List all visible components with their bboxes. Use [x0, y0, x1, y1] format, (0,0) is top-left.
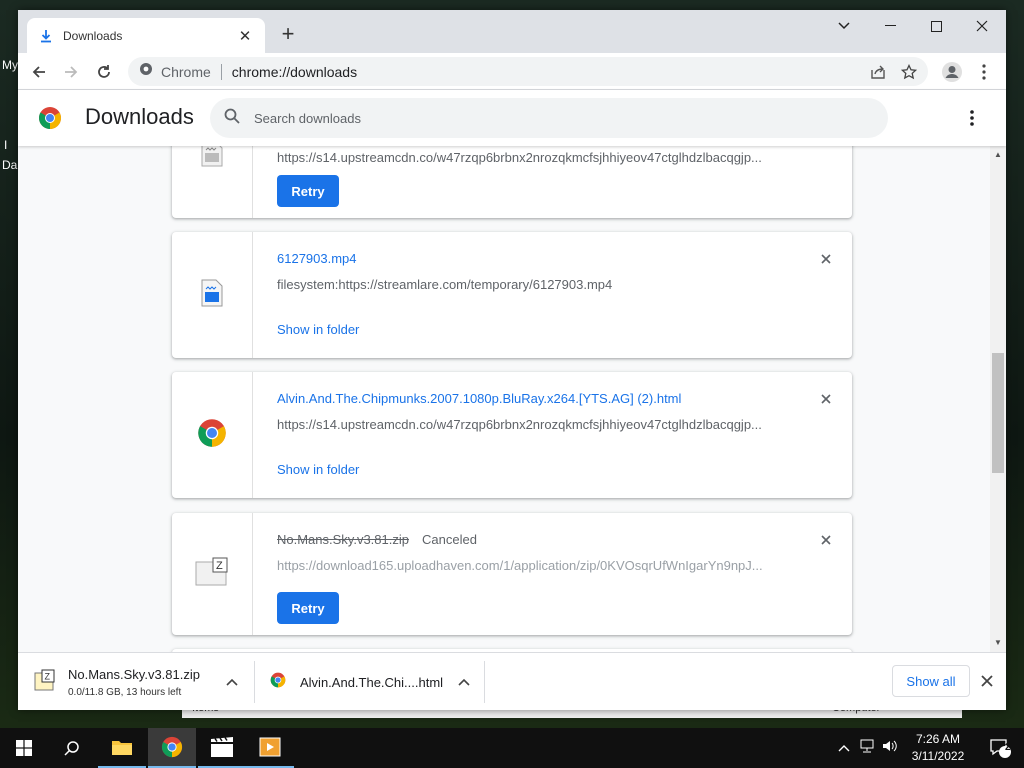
show-in-folder-link[interactable]: Show in folder — [277, 462, 359, 477]
clock-time: 7:26 AM — [915, 732, 961, 746]
browser-menu-icon[interactable] — [971, 59, 997, 85]
search-taskbar-icon[interactable] — [48, 728, 96, 768]
svg-text:Z: Z — [45, 671, 51, 681]
downloads-list: https://s14.upstreamcdn.co/w47rzqp6brbnx… — [18, 146, 990, 652]
network-icon[interactable] — [859, 739, 875, 758]
download-icon — [39, 29, 53, 43]
page-title: Downloads — [85, 104, 194, 129]
download-shelf: Z No.Mans.Sky.v3.81.zip 0.0/11.8 GB, 13 … — [18, 652, 1006, 710]
profile-avatar[interactable] — [939, 59, 965, 85]
close-window-button[interactable] — [959, 10, 1005, 42]
search-box[interactable] — [210, 98, 888, 138]
omnibox-url[interactable]: chrome://downloads — [232, 64, 357, 80]
shelf-divider — [484, 661, 485, 703]
new-tab-button[interactable]: + — [277, 22, 299, 46]
shelf-item-status: 0.0/11.8 GB, 13 hours left — [68, 686, 182, 698]
tab-search-chevron-icon[interactable] — [821, 10, 867, 42]
tab-strip: Downloads ✕ + — [18, 10, 1006, 53]
remove-download-icon[interactable] — [818, 251, 834, 267]
download-url: https://download165.uploadhaven.com/1/ap… — [277, 558, 763, 573]
minimize-button[interactable] — [867, 10, 913, 42]
file-icon-column — [172, 232, 253, 358]
clapperboard-app-icon[interactable] — [198, 728, 246, 768]
chevron-up-icon[interactable] — [226, 673, 238, 691]
download-item: 6127903.mp4 filesystem:https://streamlar… — [172, 232, 852, 358]
show-all-button[interactable]: Show all — [892, 665, 970, 697]
retry-button[interactable]: Retry — [277, 175, 339, 207]
file-explorer-icon[interactable] — [98, 728, 146, 768]
desktop-icon-label[interactable]: I — [4, 138, 7, 152]
shelf-divider — [254, 661, 255, 703]
file-icon-column: Z — [172, 513, 253, 635]
clock-date: 3/11/2022 — [911, 749, 965, 763]
bookmark-star-icon[interactable] — [899, 62, 919, 82]
download-url[interactable]: https://s14.upstreamcdn.co/w47rzqp6brbnx… — [277, 417, 777, 432]
download-url: https://s14.upstreamcdn.co/w47rzqp6brbnx… — [277, 150, 762, 165]
notification-count: 2 — [1005, 742, 1011, 753]
chrome-site-icon — [139, 62, 153, 81]
scrollbar[interactable]: ▲ ▼ — [990, 146, 1006, 652]
chrome-file-icon — [270, 672, 286, 693]
search-icon — [224, 108, 240, 129]
forward-button[interactable] — [58, 59, 84, 85]
search-input[interactable] — [254, 110, 814, 126]
downloads-menu-icon[interactable] — [962, 108, 982, 128]
chrome-window: Downloads ✕ + Chrome chrome://downloads … — [18, 10, 1006, 710]
scroll-down-arrow-icon[interactable]: ▼ — [994, 638, 1002, 647]
omnibox-separator — [220, 63, 222, 80]
tab-close-icon[interactable]: ✕ — [237, 27, 253, 45]
scroll-up-arrow-icon[interactable]: ▲ — [994, 150, 1002, 159]
back-button[interactable] — [26, 59, 52, 85]
file-icon-column — [172, 146, 253, 218]
download-filename-link[interactable]: 6127903.mp4 — [277, 251, 357, 266]
chevron-up-icon[interactable] — [838, 739, 850, 757]
tab-downloads[interactable]: Downloads ✕ — [27, 18, 265, 53]
chrome-file-icon — [197, 418, 227, 453]
omnibox[interactable]: Chrome chrome://downloads — [128, 57, 928, 86]
chrome-logo-icon — [38, 106, 62, 135]
start-button[interactable] — [0, 728, 48, 768]
show-in-folder-link[interactable]: Show in folder — [277, 322, 359, 337]
downloads-header: Downloads — [18, 90, 1006, 146]
file-icon-column — [172, 372, 253, 498]
download-url[interactable]: filesystem:https://streamlare.com/tempor… — [277, 277, 777, 292]
retry-button[interactable]: Retry — [277, 592, 339, 624]
share-icon[interactable] — [868, 62, 888, 82]
download-item: https://s14.upstreamcdn.co/w47rzqp6brbnx… — [172, 146, 852, 218]
notification-center-icon[interactable]: 2 — [976, 728, 1024, 768]
system-tray — [838, 728, 898, 768]
desktop-icon-label[interactable]: My — [2, 58, 18, 72]
video-file-icon — [201, 279, 223, 312]
shelf-item-name: No.Mans.Sky.v3.81.zip — [68, 666, 200, 682]
shelf-item-name: Alvin.And.The.Chi....html — [300, 674, 444, 690]
download-item: Alvin.And.The.Chipmunks.2007.1080p.BluRa… — [172, 372, 852, 498]
download-item: Z No.Mans.Sky.v3.81.zip Canceled https:/… — [172, 513, 852, 635]
zip-file-icon: Z — [195, 557, 229, 592]
desktop-icon-label[interactable]: Da — [2, 158, 17, 172]
svg-text:Z: Z — [216, 560, 223, 572]
chrome-taskbar-icon[interactable] — [148, 728, 196, 768]
maximize-button[interactable] — [913, 10, 959, 42]
omnibox-site-label: Chrome — [161, 63, 211, 80]
shelf-item-zip[interactable]: Z No.Mans.Sky.v3.81.zip 0.0/11.8 GB, 13 … — [32, 653, 252, 710]
download-filename: No.Mans.Sky.v3.81.zip — [277, 532, 409, 547]
tab-title: Downloads — [63, 28, 123, 43]
remove-download-icon[interactable] — [818, 391, 834, 407]
scrollbar-thumb[interactable] — [992, 353, 1004, 473]
clock[interactable]: 7:26 AM 3/11/2022 — [905, 731, 971, 765]
video-file-icon — [201, 146, 223, 172]
zip-file-icon: Z — [34, 669, 56, 696]
media-player-icon[interactable] — [246, 728, 294, 768]
reload-button[interactable] — [91, 59, 117, 85]
chevron-up-icon[interactable] — [458, 673, 470, 691]
remove-download-icon[interactable] — [818, 532, 834, 548]
taskbar: 7:26 AM 3/11/2022 2 — [0, 728, 1024, 768]
download-status: Canceled — [422, 532, 477, 547]
close-shelf-icon[interactable] — [978, 672, 996, 690]
shelf-item-html[interactable]: Alvin.And.The.Chi....html — [270, 653, 480, 710]
volume-icon[interactable] — [882, 739, 898, 758]
browser-toolbar: Chrome chrome://downloads — [18, 53, 1006, 90]
download-filename-link[interactable]: Alvin.And.The.Chipmunks.2007.1080p.BluRa… — [277, 391, 681, 406]
